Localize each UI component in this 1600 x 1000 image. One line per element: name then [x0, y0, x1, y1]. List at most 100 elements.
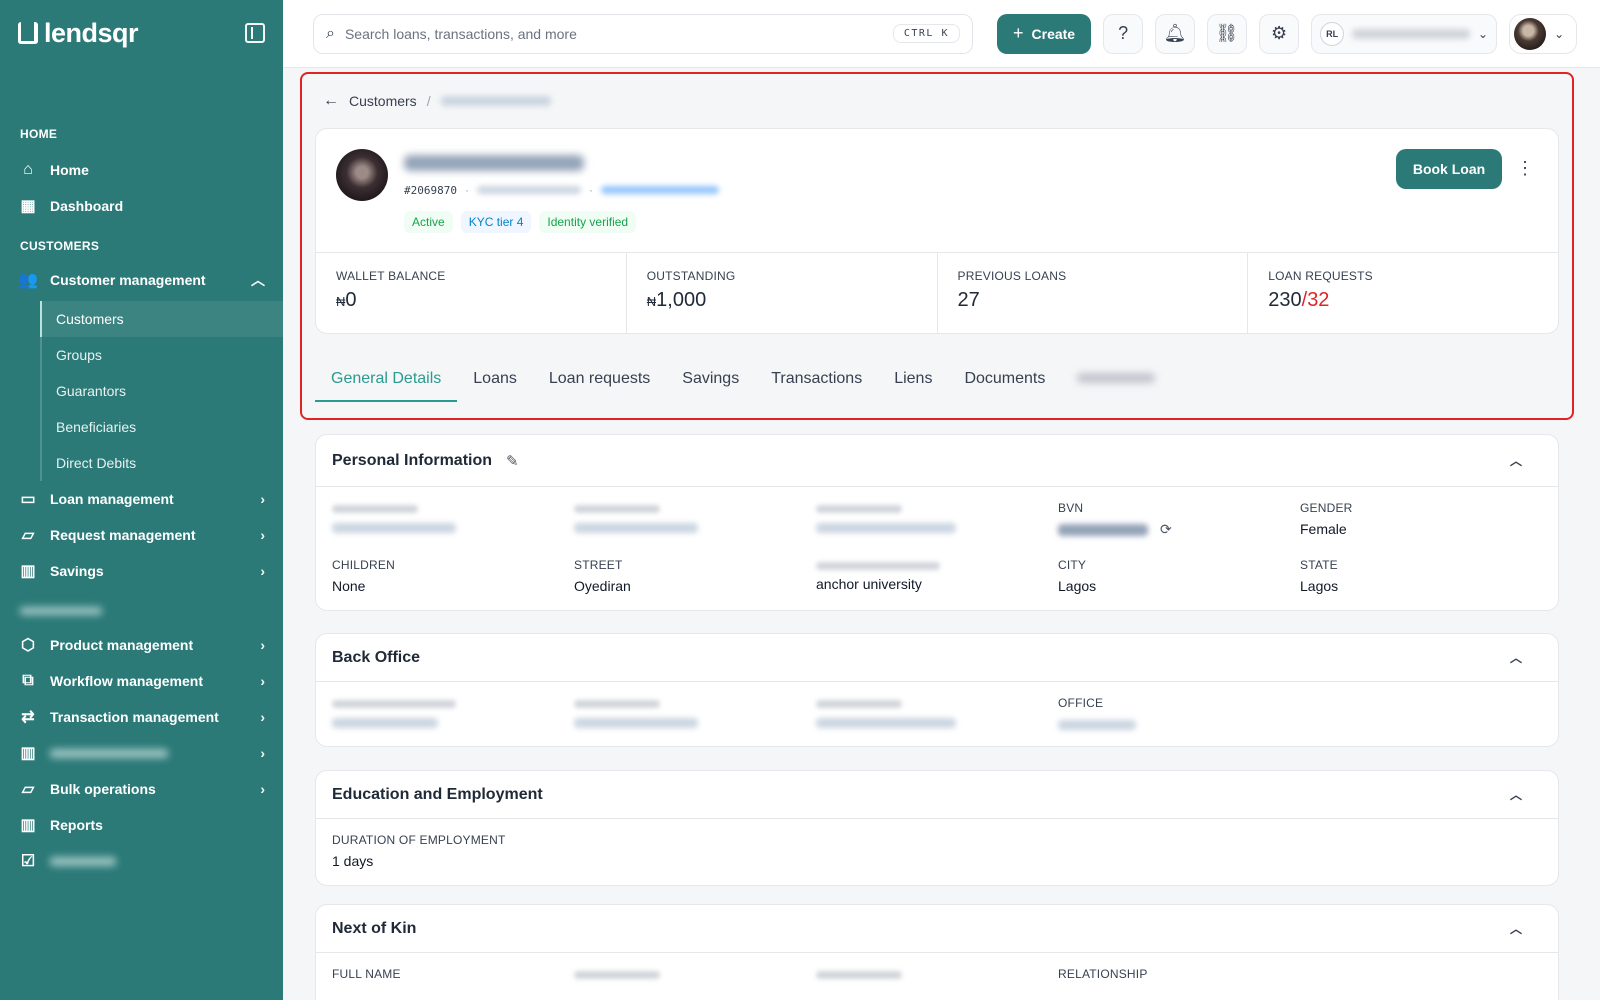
field-grid: OFFICE	[316, 682, 1558, 746]
stat-value: 27	[957, 289, 980, 311]
sidebar-item-label: Home	[50, 162, 89, 178]
phone-blurred	[476, 186, 581, 194]
field-full-name	[332, 501, 574, 538]
more-options-icon[interactable]: ⋮	[1516, 159, 1534, 177]
section-label-customers: CUSTOMERS	[20, 239, 100, 253]
sidebar-subitem-beneficiaries[interactable]: Beneficiaries	[40, 409, 283, 445]
tab-documents[interactable]: Documents	[948, 360, 1061, 402]
tab-transactions[interactable]: Transactions	[755, 360, 878, 402]
sidebar-subitem-direct-debits[interactable]: Direct Debits	[40, 445, 283, 481]
back-office-section: Back Office ︿ OFFICE	[315, 633, 1559, 747]
stat-value: ₦0	[336, 289, 357, 311]
loan-icon: ▭	[20, 491, 36, 508]
user-menu[interactable]: ⌄	[1509, 13, 1578, 54]
sidebar-item-request-management[interactable]: ▱ Request management ›	[0, 517, 283, 553]
field-label: FULL NAME	[332, 967, 401, 981]
brand-logo[interactable]: lendsqr	[18, 17, 139, 49]
sidebar-item-label: Savings	[50, 563, 104, 579]
sidebar-item-label: Transaction management	[50, 709, 219, 725]
section-title: Back Office	[332, 648, 421, 666]
sidebar-item-audit[interactable]: ☑	[0, 843, 283, 879]
brand-name: lendsqr	[44, 17, 139, 48]
tab-liens[interactable]: Liens	[878, 360, 948, 402]
field-grid: BVN ⟳ GENDER Female CHILDREN None STREET…	[316, 487, 1558, 610]
section-header[interactable]: Next of Kin ︿	[316, 905, 1558, 953]
field-phone	[574, 501, 816, 538]
avatar	[1514, 17, 1547, 50]
sidebar-item-hidden[interactable]: ▥ ›	[0, 735, 283, 771]
topbar: ⌕ Search loans, transactions, and more C…	[283, 0, 1600, 68]
field-account-manager	[332, 696, 574, 730]
pencil-icon[interactable]: ✎	[506, 452, 519, 470]
section-header[interactable]: Back Office ︿	[316, 634, 1558, 682]
sidebar-subitem-groups[interactable]: Groups	[40, 337, 283, 373]
field-label: STATE	[1300, 558, 1338, 572]
sidebar: lendsqr HOME ⌂ Home ▦ Dashboard CUSTOMER…	[0, 0, 283, 1000]
section-title: Education and Employment	[332, 785, 543, 803]
sidebar-subitem-customers[interactable]: Customers	[40, 301, 283, 337]
sidebar-item-label: Reports	[50, 817, 103, 833]
stat-previous-loans: PREVIOUS LOANS 27	[938, 253, 1249, 333]
help-icon[interactable]: ?	[1103, 13, 1144, 54]
chevron-right-icon: ›	[260, 673, 265, 689]
email-blurred	[600, 186, 719, 194]
sidebar-item-dashboard[interactable]: ▦ Dashboard	[0, 188, 283, 224]
sidebar-item-customer-management[interactable]: 👥 Customer management ︿	[0, 262, 283, 298]
chevron-up-icon[interactable]: ︿	[1510, 452, 1522, 469]
chevron-right-icon: ›	[260, 491, 265, 507]
sidebar-collapse-icon[interactable]	[245, 23, 265, 43]
field-nearest-landmark: anchor university	[816, 558, 1058, 594]
stat-outstanding: OUTSTANDING ₦1,000	[627, 253, 938, 333]
sidebar-item-home[interactable]: ⌂ Home	[0, 152, 283, 188]
sidebar-item-product-management[interactable]: ⬡ Product management ›	[0, 627, 283, 663]
field-phone	[574, 967, 816, 981]
sidebar-subitem-guarantors[interactable]: Guarantors	[40, 373, 283, 409]
tab-hidden[interactable]	[1061, 360, 1171, 402]
sidebar-item-label: Customer management	[50, 272, 206, 288]
field-value: 1 days	[332, 853, 374, 869]
link-icon[interactable]: ⛓︎	[1207, 13, 1248, 54]
field-value: Female	[1300, 521, 1347, 537]
sidebar-item-label: Workflow management	[50, 673, 203, 689]
section-header[interactable]: Personal Information ✎ ︿	[316, 435, 1558, 487]
workflow-icon: ⧉	[22, 672, 34, 689]
organization-select[interactable]: RL ⌄	[1311, 13, 1498, 54]
field-label: DURATION OF EMPLOYMENT	[332, 833, 506, 847]
section-header[interactable]: Education and Employment ︿	[316, 771, 1558, 819]
status-badges: Active KYC tier 4 Identity verified	[404, 211, 637, 233]
chevron-right-icon: ›	[260, 527, 265, 543]
search-input[interactable]: ⌕ Search loans, transactions, and more C…	[313, 13, 973, 54]
refresh-icon[interactable]: ⟳	[1160, 521, 1172, 538]
customer-profile-card: #2069870 · · Active KYC tier 4 Identity …	[315, 128, 1559, 334]
chevron-up-icon[interactable]: ︿	[1510, 649, 1522, 666]
sidebar-item-reports[interactable]: ▥ Reports	[0, 807, 283, 843]
book-loan-button[interactable]: Book Loan	[1396, 149, 1502, 189]
sidebar-item-transaction-management[interactable]: ⇄ Transaction management ›	[0, 699, 283, 735]
chevron-up-icon[interactable]: ︿	[1510, 786, 1522, 803]
create-button[interactable]: + Create	[997, 13, 1092, 54]
chevron-up-icon[interactable]: ︿	[1510, 920, 1522, 937]
tab-general-details[interactable]: General Details	[315, 360, 458, 402]
chart-icon: ▥	[20, 745, 36, 762]
tab-savings[interactable]: Savings	[666, 360, 755, 402]
sidebar-item-label	[50, 745, 248, 761]
chart-icon: ▥	[20, 817, 36, 834]
sidebar-item-loan-management[interactable]: ▭ Loan management ›	[0, 481, 283, 517]
gear-icon[interactable]: ⚙	[1259, 13, 1300, 54]
breadcrumb-root[interactable]: Customers	[349, 93, 417, 109]
back-arrow-icon[interactable]: ←	[323, 92, 339, 110]
field-grid: DURATION OF EMPLOYMENT 1 days	[316, 819, 1558, 885]
sidebar-item-bulk-operations[interactable]: ▱ Bulk operations ›	[0, 771, 283, 807]
tab-loans[interactable]: Loans	[457, 360, 533, 402]
dashboard-icon: ▦	[20, 198, 36, 215]
profile-header: #2069870 · · Active KYC tier 4 Identity …	[316, 129, 1558, 253]
sidebar-item-label: Product management	[50, 637, 194, 653]
package-icon: ⬡	[21, 637, 35, 654]
sidebar-item-workflow-management[interactable]: ⧉ Workflow management ›	[0, 663, 283, 699]
field-value: anchor university	[816, 576, 922, 592]
bell-icon[interactable]: 🔔︎	[1155, 13, 1196, 54]
field-label: BVN	[1058, 501, 1084, 515]
tab-loan-requests[interactable]: Loan requests	[533, 360, 666, 402]
profile-stats: WALLET BALANCE ₦0 OUTSTANDING ₦1,000 PRE…	[316, 253, 1558, 333]
sidebar-item-savings[interactable]: ▥ Savings ›	[0, 553, 283, 589]
